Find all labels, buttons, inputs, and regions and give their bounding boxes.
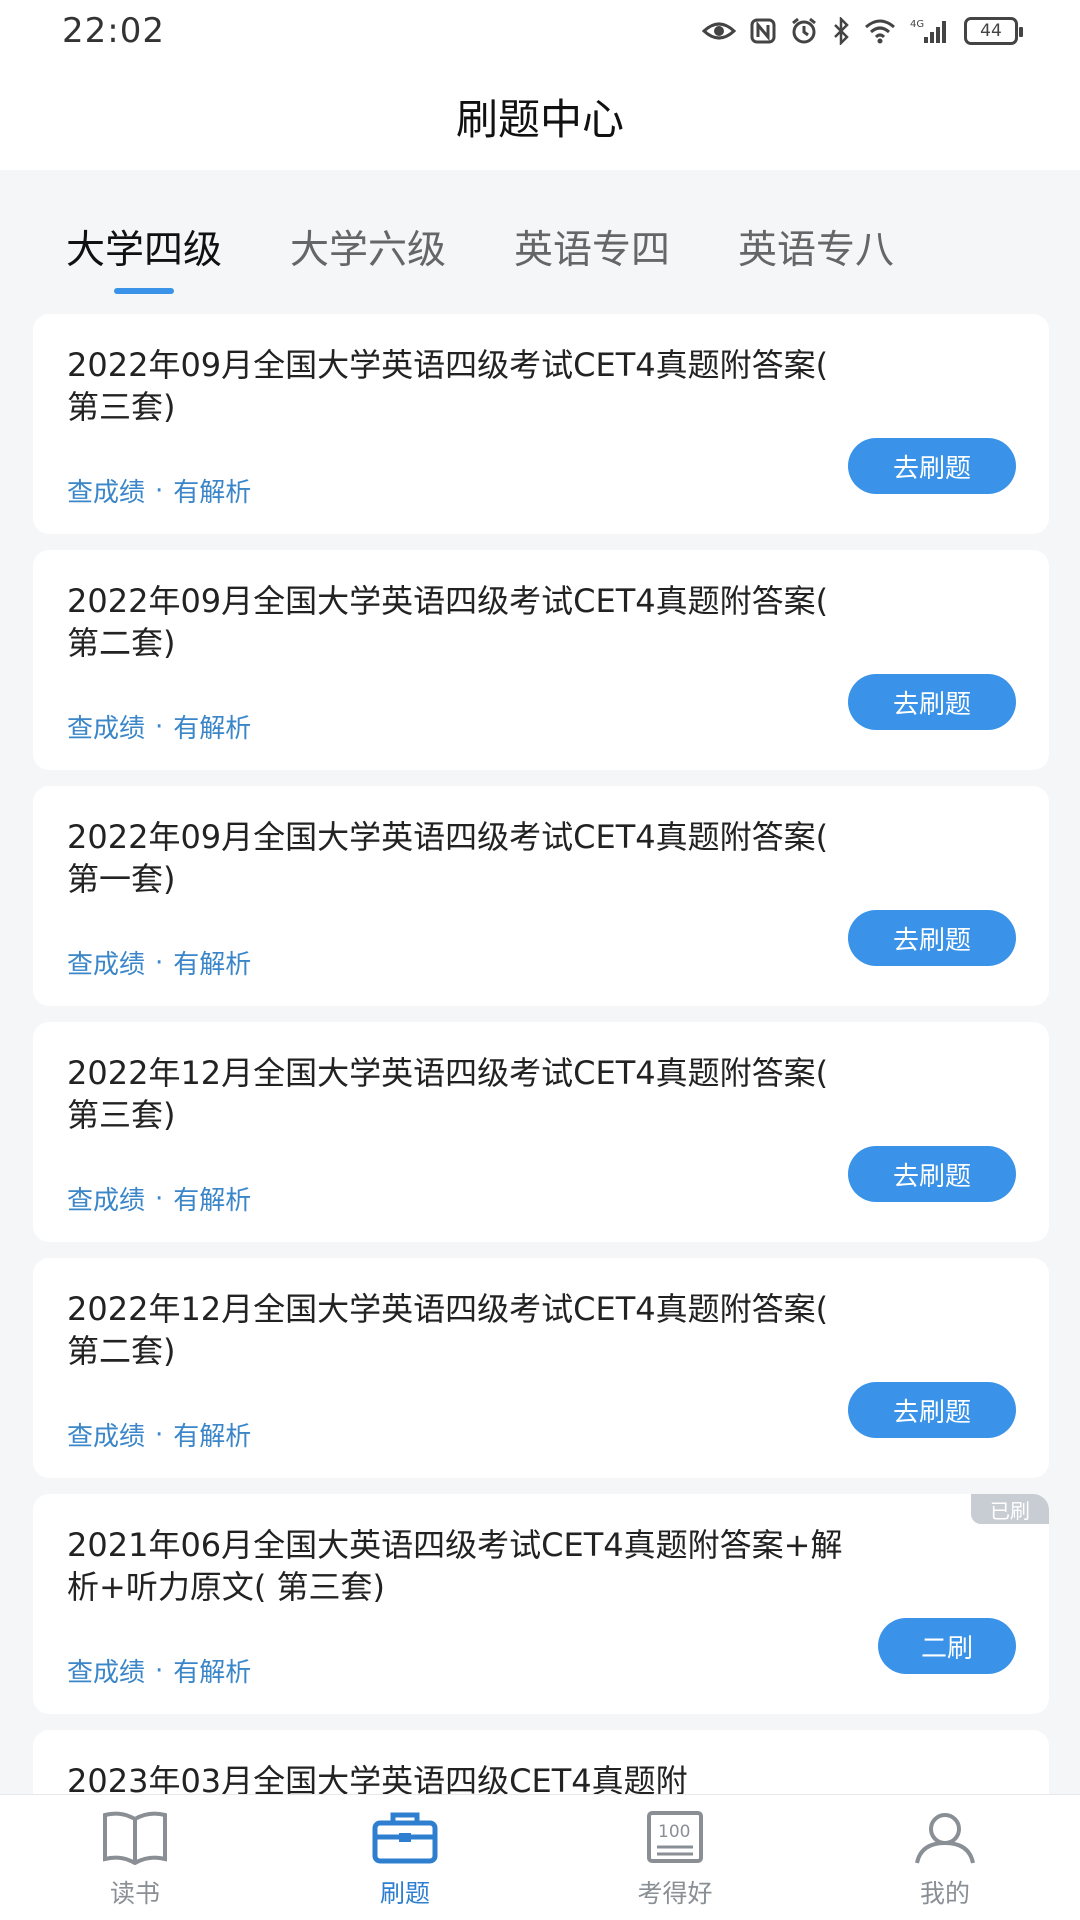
meta-separator: · xyxy=(155,947,164,978)
wifi-icon xyxy=(864,14,896,48)
exam-title: 2022年09月全国大学英语四级考试CET4真题附答案( 第一套) xyxy=(67,818,829,898)
status-icons: 4G 44 xyxy=(702,14,1023,48)
battery-level: 44 xyxy=(980,21,1002,41)
book-icon xyxy=(99,1806,171,1868)
check-score-link[interactable]: 查成绩 xyxy=(67,1180,145,1217)
exam-meta: 查成绩 · 有解析 xyxy=(67,708,251,745)
analysis-tag: 有解析 xyxy=(173,478,252,508)
eye-icon xyxy=(702,14,736,48)
tab-cet4[interactable]: 大学四级 xyxy=(66,170,222,308)
tab-tem8[interactable]: 英语专八 xyxy=(738,170,894,308)
exam-card[interactable]: 2022年09月全国大学英语四级考试CET4真题附答案( 第一套) 查成绩 · … xyxy=(33,786,1049,1006)
check-score-link[interactable]: 查成绩 xyxy=(67,1652,145,1689)
exam-card[interactable]: 2022年09月全国大学英语四级考试CET4真题附答案( 第三套) 查成绩 · … xyxy=(33,314,1049,534)
meta-separator: · xyxy=(155,1655,164,1686)
nav-item-practice[interactable]: 刷题 xyxy=(305,1806,505,1910)
exam-card[interactable]: 2022年12月全国大学英语四级考试CET4真题附答案( 第三套) 查成绩 · … xyxy=(33,1022,1049,1242)
start-practice-button[interactable]: 去刷题 xyxy=(848,910,1016,966)
alarm-icon xyxy=(790,14,818,48)
done-badge: 已刷 xyxy=(971,1494,1049,1524)
analysis-tag: 有解析 xyxy=(173,1186,252,1216)
analysis-tag: 有解析 xyxy=(173,714,252,744)
person-icon xyxy=(909,1806,981,1868)
app-header: 刷题中心 xyxy=(0,62,1080,170)
nav-item-read[interactable]: 读书 xyxy=(35,1806,235,1910)
analysis-tag: 有解析 xyxy=(173,1658,252,1688)
check-score-link[interactable]: 查成绩 xyxy=(67,1416,145,1453)
check-score-link[interactable]: 查成绩 xyxy=(67,472,145,509)
exam-title: 2022年12月全国大学英语四级考试CET4真题附答案( 第三套) xyxy=(67,1054,829,1134)
nav-label: 考得好 xyxy=(637,1878,713,1908)
start-practice-button[interactable]: 去刷题 xyxy=(848,438,1016,494)
exam-card[interactable]: 已刷 2021年06月全国大英语四级考试CET4真题附答案+解析+听力原文( 第… xyxy=(33,1494,1049,1714)
meta-separator: · xyxy=(155,1183,164,1214)
nav-item-me[interactable]: 我的 xyxy=(845,1806,1045,1910)
page-title: 刷题中心 xyxy=(455,94,624,144)
nav-label: 刷题 xyxy=(379,1878,430,1908)
nav-label: 我的 xyxy=(919,1878,970,1908)
network-type-label: 4G xyxy=(910,19,924,30)
meta-separator: · xyxy=(155,1419,164,1450)
nav-item-score[interactable]: 100 考得好 xyxy=(575,1806,775,1910)
check-score-link[interactable]: 查成绩 xyxy=(67,708,145,745)
redo-practice-button[interactable]: 二刷 xyxy=(878,1618,1016,1674)
exam-meta: 查成绩 · 有解析 xyxy=(67,944,251,981)
exam-card[interactable]: 2022年09月全国大学英语四级考试CET4真题附答案( 第二套) 查成绩 · … xyxy=(33,550,1049,770)
score-100-icon: 100 xyxy=(639,1806,711,1868)
exam-card[interactable]: 2022年12月全国大学英语四级考试CET4真题附答案( 第二套) 查成绩 · … xyxy=(33,1258,1049,1478)
bottom-nav: 读书 刷题 100 考得好 我的 xyxy=(0,1794,1080,1920)
check-score-link[interactable]: 查成绩 xyxy=(67,944,145,981)
start-practice-button[interactable]: 去刷题 xyxy=(848,1382,1016,1438)
exam-title: 2021年06月全国大英语四级考试CET4真题附答案+解析+听力原文( 第三套) xyxy=(67,1526,843,1606)
analysis-tag: 有解析 xyxy=(173,1422,252,1452)
tab-label: 大学四级 xyxy=(66,228,223,273)
tab-label: 大学六级 xyxy=(290,228,447,273)
start-practice-button[interactable]: 去刷题 xyxy=(848,674,1016,730)
tab-label: 英语专四 xyxy=(514,228,671,273)
exam-title: 2022年09月全国大学英语四级考试CET4真题附答案( 第二套) xyxy=(67,582,829,662)
tab-tem4[interactable]: 英语专四 xyxy=(514,170,670,308)
briefcase-icon xyxy=(369,1806,441,1868)
exam-meta: 查成绩 · 有解析 xyxy=(67,1180,251,1217)
nav-label: 读书 xyxy=(109,1878,160,1908)
analysis-tag: 有解析 xyxy=(173,950,252,980)
tab-label: 英语专八 xyxy=(738,228,895,273)
meta-separator: · xyxy=(155,475,164,506)
exam-list[interactable]: 2022年09月全国大学英语四级考试CET4真题附答案( 第三套) 查成绩 · … xyxy=(0,314,1080,1794)
exam-title: 2022年12月全国大学英语四级考试CET4真题附答案( 第二套) xyxy=(67,1290,829,1370)
exam-meta: 查成绩 · 有解析 xyxy=(67,1416,251,1453)
exam-title: 2022年09月全国大学英语四级考试CET4真题附答案( 第三套) xyxy=(67,346,829,426)
status-time: 22:02 xyxy=(62,11,165,51)
meta-separator: · xyxy=(155,711,164,742)
tab-cet6[interactable]: 大学六级 xyxy=(290,170,446,308)
nfc-icon xyxy=(750,14,776,48)
exam-title: 2023年03月全国大学英语四级CET4真题附 xyxy=(67,1762,688,1794)
exam-card[interactable]: 2023年03月全国大学英语四级CET4真题附 xyxy=(33,1730,1049,1794)
exam-meta: 查成绩 · 有解析 xyxy=(67,472,251,509)
status-bar: 22:02 4G 44 xyxy=(0,0,1080,62)
signal-4g-icon: 4G xyxy=(910,14,950,48)
battery-icon: 44 xyxy=(964,17,1023,45)
bluetooth-icon xyxy=(832,14,850,48)
category-tabs: 大学四级 大学六级 英语专四 英语专八 xyxy=(0,170,1080,308)
start-practice-button[interactable]: 去刷题 xyxy=(848,1146,1016,1202)
svg-text:100: 100 xyxy=(658,1822,690,1842)
exam-meta: 查成绩 · 有解析 xyxy=(67,1652,251,1689)
